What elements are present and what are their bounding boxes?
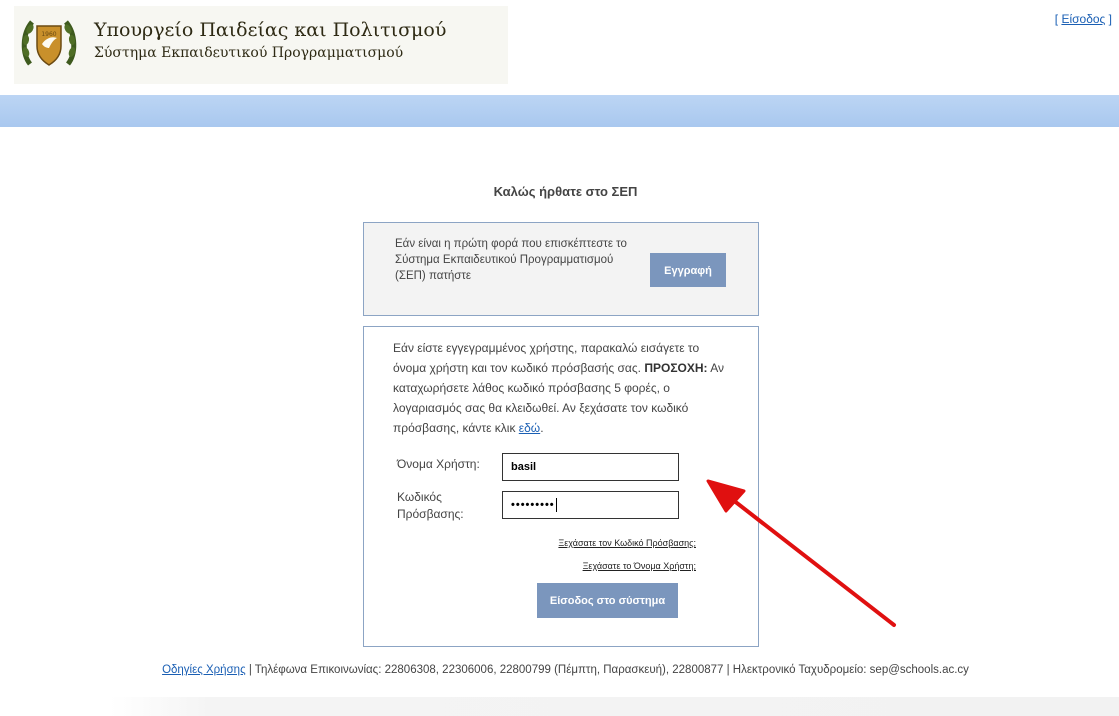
welcome-title: Καλώς ήρθατε στο ΣΕΠ [493, 184, 638, 199]
password-value: ••••••••• [511, 499, 555, 511]
register-button[interactable]: Εγγραφή [650, 253, 726, 287]
ministry-title: Υπουργείο Παιδείας και Πολιτισμού [94, 19, 447, 41]
footer: Οδηγίες Χρήσης | Τηλέφωνα Επικοινωνίας: … [0, 664, 1119, 676]
user-guide-link[interactable]: Οδηγίες Χρήσης [162, 664, 246, 676]
footer-contact: | Τηλέφωνα Επικοινωνίας: 22806308, 22306… [245, 664, 969, 676]
login-link[interactable]: Είσοδος [1061, 12, 1105, 26]
forgot-password-link[interactable]: Ξεχάσατε τον Κωδικό Πρόσβασης; [558, 538, 696, 548]
register-box: Εάν είναι η πρώτη φορά που επισκέπτεστε … [363, 222, 759, 316]
username-field[interactable]: basil [502, 453, 679, 481]
period: . [540, 421, 544, 435]
username-label: Όνομα Χρήστη: [397, 457, 480, 471]
bracket-close: ] [1105, 12, 1112, 26]
ministry-subtitle: Σύστημα Εκπαιδευτικού Προγραμματισμού [94, 45, 404, 61]
text-caret [555, 498, 557, 513]
nav-band [0, 95, 1119, 127]
warning-label: ΠΡΟΣΟΧΗ: [644, 361, 708, 375]
footer-strip [110, 697, 1119, 716]
password-field[interactable]: ••••••••• [502, 491, 679, 519]
annotation-arrow-icon [706, 479, 896, 627]
cyprus-coat-of-arms-icon: 1960 [21, 20, 77, 66]
forgot-username-link[interactable]: Ξεχάσατε το Όνομα Χρήστη; [583, 561, 696, 571]
register-text: Εάν είναι η πρώτη φορά που επισκέπτεστε … [395, 238, 627, 282]
password-label: Κωδικός Πρόσβασης: [397, 490, 464, 521]
header-login-link: [ Είσοδος ] [1055, 12, 1112, 26]
header-logo: 1960 Υπουργείο Παιδείας και Πολιτισμού Σ… [14, 6, 508, 84]
here-link[interactable]: εδώ [519, 421, 540, 435]
svg-text:1960: 1960 [41, 31, 56, 38]
login-submit-button[interactable]: Είσοδος στο σύστημα [537, 583, 678, 618]
login-info: Εάν είστε εγγεγραμμένος χρήστης, παρακαλ… [393, 338, 733, 438]
